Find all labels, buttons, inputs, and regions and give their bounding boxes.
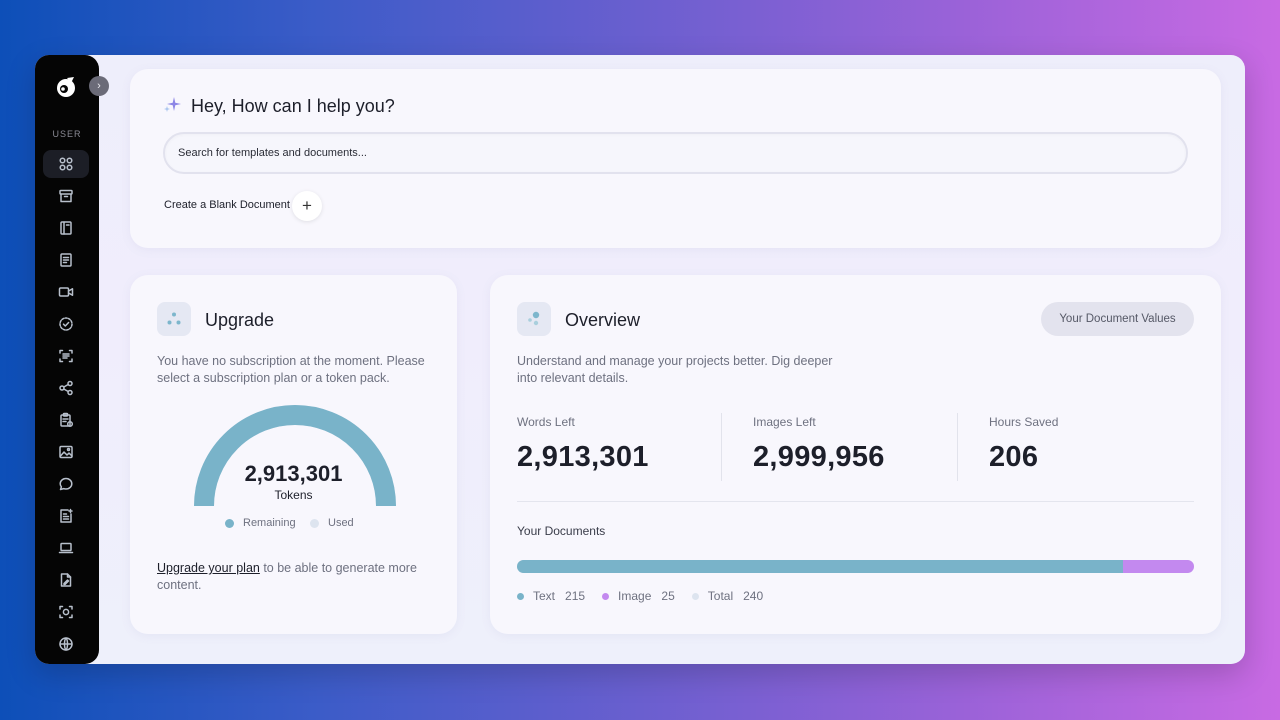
bubbles-icon (528, 311, 540, 326)
document-icon (60, 253, 72, 267)
face-scan-icon (59, 605, 73, 619)
image-icon (59, 445, 73, 459)
tokens-remaining-value: 2,913,301 (244, 461, 343, 486)
image-dot (602, 592, 610, 600)
upgrade-hint: Upgrade your plan to be able to generate… (157, 560, 442, 594)
sidebar-item-book[interactable] (43, 214, 89, 242)
sidebar-item-image[interactable] (43, 438, 89, 466)
text-dot (517, 592, 524, 600)
overview-card-icon (517, 302, 551, 336)
sidebar-item-laptop[interactable] (43, 534, 89, 562)
globe-icon (59, 637, 73, 651)
sidebar-item-dashboard[interactable] (43, 150, 89, 178)
sidebar-item-scan-text[interactable] (43, 342, 89, 370)
words-left-value: 2,913,301 (517, 441, 649, 473)
used-label: Used (328, 517, 354, 529)
plus-icon: + (302, 196, 312, 215)
legend-image-value: 25 (661, 589, 675, 603)
images-left-label: Images Left (753, 415, 816, 429)
sidebar-item-file-edit[interactable] (43, 566, 89, 594)
upgrade-plan-link[interactable]: Upgrade your plan (157, 561, 260, 575)
stat-divider (721, 413, 722, 481)
create-blank-document-label[interactable]: Create a Blank Document (164, 199, 290, 211)
sidebar-section-label: USER (52, 129, 82, 139)
video-icon (58, 287, 74, 297)
legend-text-value: 215 (565, 589, 586, 603)
book-icon (60, 221, 72, 235)
gauge-legend-remaining: Remaining (225, 517, 296, 529)
chat-icon (59, 477, 73, 491)
sidebar-collapse-button[interactable]: › (89, 76, 109, 96)
remaining-dot (225, 518, 234, 528)
dots-triangle-icon (167, 312, 181, 325)
page-title: Hey, How can I help you? (191, 96, 395, 116)
sidebar-item-chat[interactable] (43, 470, 89, 498)
overview-card: Overview Your Document Values Understand… (490, 275, 1221, 634)
legend-text: Text 215 (517, 589, 585, 603)
remaining-label: Remaining (243, 517, 296, 529)
legend-image-label: Image (618, 589, 652, 603)
upgrade-card: Upgrade You have no subscription at the … (130, 275, 457, 634)
section-divider (517, 501, 1194, 502)
legend-total-value: 240 (743, 589, 764, 603)
laptop-icon (58, 542, 74, 554)
documents-legend: Text 215 Image 25 Total 240 (517, 589, 780, 603)
app-logo-icon[interactable] (54, 75, 78, 99)
create-blank-document-button[interactable]: + (292, 191, 322, 221)
overview-title: Overview (565, 310, 641, 330)
stat-divider (957, 413, 958, 481)
sidebar-item-globe[interactable] (43, 630, 89, 658)
sidebar-item-clipboard[interactable] (43, 406, 89, 434)
scan-text-icon (59, 349, 73, 363)
sidebar-item-document[interactable] (43, 246, 89, 274)
document-values-button[interactable]: Your Document Values (1041, 302, 1194, 336)
legend-total-label: Total (707, 589, 734, 603)
documents-bar-text (517, 560, 1124, 573)
grid-icon (59, 157, 73, 171)
images-left-value: 2,999,956 (753, 441, 885, 473)
legend-text-label: Text (533, 589, 556, 603)
total-dot (691, 592, 699, 600)
sidebar-item-ai-document[interactable] (43, 502, 89, 530)
legend-total: Total 240 (691, 589, 764, 603)
tokens-unit-label: Tokens (274, 488, 313, 502)
assistant-card: Hey, How can I help you? Search for temp… (130, 69, 1221, 248)
file-edit-icon (60, 573, 72, 587)
archive-icon (59, 189, 73, 203)
share-icon (59, 380, 73, 396)
legend-image: Image 25 (602, 589, 675, 603)
search-input[interactable]: Search for templates and documents... (163, 132, 1188, 174)
sidebar: USER (35, 55, 99, 664)
hours-saved-value: 206 (989, 441, 1039, 473)
upgrade-card-icon (157, 302, 191, 336)
upgrade-title: Upgrade (205, 310, 275, 330)
sidebar-item-share[interactable] (43, 374, 89, 402)
your-documents-label: Your Documents (517, 524, 606, 538)
sidebar-item-archive[interactable] (43, 182, 89, 210)
used-dot (310, 518, 319, 528)
sidebar-item-check[interactable] (43, 310, 89, 338)
overview-description: Understand and manage your projects bett… (517, 354, 833, 385)
upgrade-description: You have no subscription at the moment. … (157, 354, 425, 385)
documents-progress-bar (517, 560, 1194, 573)
gauge-legend-used: Used (310, 517, 354, 529)
words-left-label: Words Left (517, 415, 575, 429)
sidebar-item-video[interactable] (43, 278, 89, 306)
sidebar-item-face-scan[interactable] (43, 598, 89, 626)
chevron-right-icon: › (97, 80, 101, 92)
sparkle-icon (164, 97, 181, 112)
ai-document-icon (60, 508, 73, 523)
clipboard-icon (60, 412, 74, 428)
check-circle-icon (59, 317, 73, 331)
documents-bar-image (1123, 560, 1194, 573)
hours-saved-label: Hours Saved (989, 415, 1059, 429)
